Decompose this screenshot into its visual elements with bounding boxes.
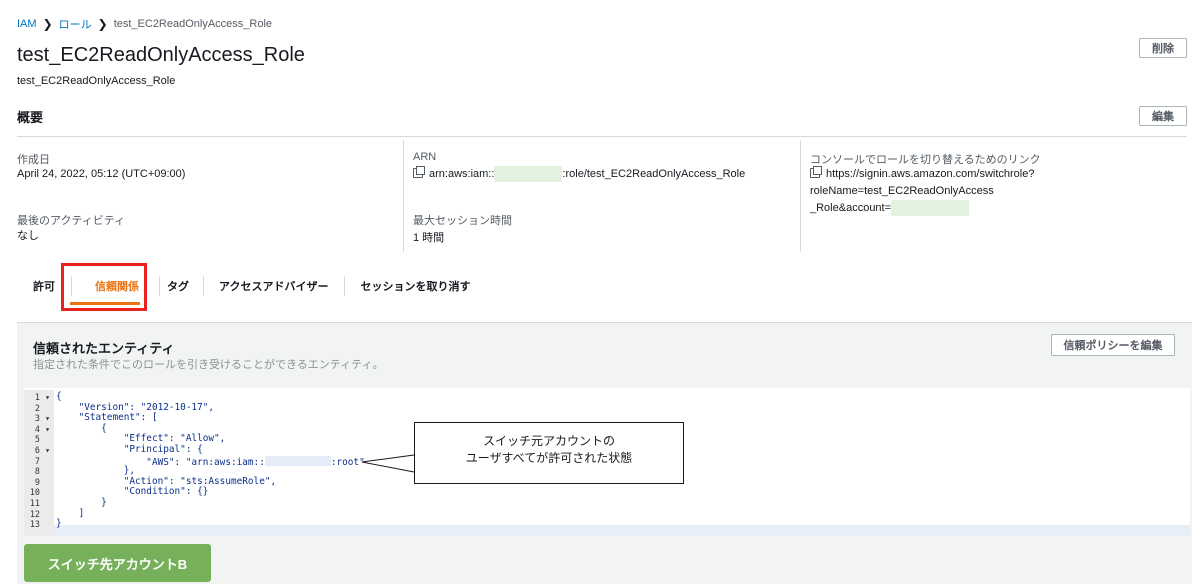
code-text: } <box>56 518 62 530</box>
code-text: "Principal": { <box>56 444 203 455</box>
max-session-label: 最大セッション時間 <box>413 215 512 227</box>
line-number: 9 <box>34 476 50 487</box>
line-number: 1 ▾ <box>34 392 50 402</box>
code-line: 1 ▾ { <box>24 391 1184 403</box>
summary-heading: 概要 <box>17 110 44 125</box>
line-number: 3 ▾ <box>34 413 50 424</box>
switch-link-label: コンソールでロールを切り替えるためのリンク <box>810 154 1041 166</box>
line-number: 8 <box>34 466 50 477</box>
line-number: 13 <box>29 519 50 530</box>
tab-revoke-sessions[interactable]: セッションを取り消す <box>344 276 486 296</box>
line-number: 10 <box>29 487 50 498</box>
column-divider <box>403 140 404 252</box>
copy-icon[interactable] <box>810 166 822 178</box>
redacted-account-id <box>494 166 563 183</box>
arn-suffix: :role/test_EC2ReadOnlyAccess_Role <box>562 168 746 180</box>
max-session-value: 1 時間 <box>413 232 445 244</box>
trusted-entities-title: 信頼されたエンティティ <box>33 341 175 356</box>
code-line: 10 "Condition": {} <box>24 487 1184 498</box>
created-label: 作成日 <box>17 154 50 166</box>
code-line: 11 } <box>24 497 1184 509</box>
code-text: } <box>56 497 107 508</box>
code-line: 2 "Version": "2012-10-17", <box>24 402 1184 414</box>
chevron-right-icon: ❯ <box>97 17 108 31</box>
tab-tags[interactable]: タグ <box>159 276 203 296</box>
redacted-account-id <box>891 200 970 217</box>
code-line: 12 ] <box>24 508 1184 520</box>
code-line: 13 } <box>24 519 1184 530</box>
delete-button[interactable]: 削除 <box>1139 38 1187 58</box>
page-title: test_EC2ReadOnlyAccess_Role <box>17 44 305 66</box>
trusted-entities-description: 指定された条件でこのロールを引き受けることができるエンティティ。 <box>33 359 384 371</box>
edit-trust-policy-button[interactable]: 信頼ポリシーを編集 <box>1051 334 1175 356</box>
arn-label: ARN <box>413 151 437 163</box>
divider <box>17 136 1187 137</box>
line-number: 7 <box>34 455 50 466</box>
arn-value: arn:aws:iam:::role/test_EC2ReadOnlyAcces… <box>413 166 745 183</box>
tab-access-advisor[interactable]: アクセスアドバイザー <box>203 276 344 296</box>
breadcrumb: IAM ❯ ロール ❯ test_EC2ReadOnlyAccess_Role <box>17 16 272 32</box>
last-activity-value: なし <box>17 230 39 242</box>
account-badge: スイッチ先アカウントB <box>24 544 211 582</box>
page-subtitle: test_EC2ReadOnlyAccess_Role <box>17 75 176 87</box>
created-value: April 24, 2022, 05:12 (UTC+09:00) <box>17 168 186 180</box>
switch-link-value[interactable]: https://signin.aws.amazon.com/switchrole… <box>810 166 1195 217</box>
chevron-right-icon: ❯ <box>42 17 53 31</box>
switch-link-line1[interactable]: https://signin.aws.amazon.com/switchrole… <box>810 168 1034 197</box>
breadcrumb-current: test_EC2ReadOnlyAccess_Role <box>113 18 273 30</box>
line-number: 2 <box>34 402 50 413</box>
line-number: 4 ▾ <box>34 423 50 434</box>
callout-line2: ユーザすべてが許可された状態 <box>465 451 633 465</box>
breadcrumb-iam[interactable]: IAM <box>17 18 37 30</box>
column-divider <box>800 140 801 252</box>
last-activity-label: 最後のアクティビティ <box>17 215 126 227</box>
redacted-account-id <box>264 455 331 466</box>
callout-pointer-icon <box>361 454 415 473</box>
callout-text: スイッチ元アカウントの ユーザすべてが許可された状態 <box>414 433 684 467</box>
line-number: 12 <box>29 508 50 519</box>
edit-button[interactable]: 編集 <box>1139 106 1187 126</box>
breadcrumb-roles[interactable]: ロール <box>59 16 92 32</box>
line-number: 11 <box>29 498 50 508</box>
switch-link-line2[interactable]: _Role&account= <box>810 202 891 214</box>
arn-prefix: arn:aws:iam:: <box>429 168 495 180</box>
copy-icon[interactable] <box>413 166 425 178</box>
code-text: { <box>56 391 62 402</box>
highlight-box <box>61 263 147 311</box>
line-number: 6 ▾ <box>34 445 50 455</box>
line-number: 5 <box>34 434 50 445</box>
callout-line1: スイッチ元アカウントの <box>482 434 615 448</box>
